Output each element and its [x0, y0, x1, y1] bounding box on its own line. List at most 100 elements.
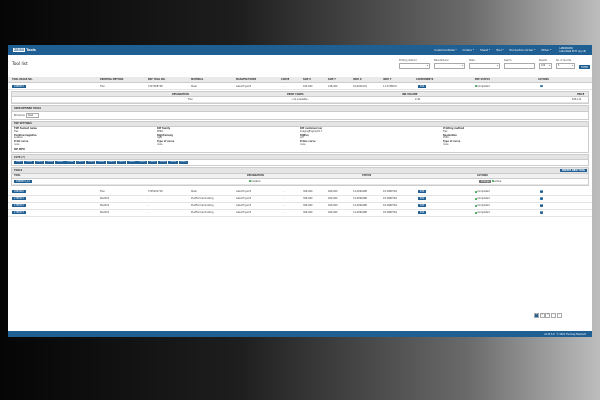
change-button[interactable]: Change	[479, 179, 492, 183]
page-1[interactable]: 1	[533, 313, 539, 318]
tools-sub-row[interactable]: 1888874_A1 Created Change Active	[12, 179, 588, 185]
cut-chip[interactable]: T-0010	[106, 161, 117, 165]
cut-chip[interactable]: T-0009	[96, 161, 106, 165]
row-action-icon[interactable]: +	[540, 204, 543, 208]
cut-chip[interactable]: T-0003	[34, 161, 45, 165]
cut-chip[interactable]: T-0014	[147, 161, 158, 165]
row-action-icon[interactable]: +	[540, 190, 543, 194]
status-badge: Created	[249, 180, 260, 183]
cell-inch_y: 18,1889764	[383, 197, 397, 201]
status-badge: Completed	[475, 197, 490, 200]
col-size-y[interactable]: SIZE Y	[328, 78, 336, 81]
state-select[interactable]: ▾	[468, 63, 500, 69]
table-row[interactable]: 1786971 Medfold - PostFold laminating LaborE…	[8, 196, 592, 203]
nav-customerdata[interactable]: CustomerData ▾	[434, 48, 456, 52]
page-2[interactable]: 2	[539, 313, 545, 318]
cell-curve: -	[283, 197, 284, 201]
components-edit-button[interactable]: Edit	[418, 204, 427, 208]
col-material[interactable]: MATERIAL	[191, 78, 203, 81]
row-action-icon[interactable]: +	[540, 197, 543, 201]
cut-chip[interactable]: T-0006	[65, 161, 75, 165]
user-company: LaborData ELTY (Lg nP)	[559, 50, 586, 53]
components-edit-button[interactable]: Edit	[418, 84, 427, 88]
create-new-tool-button[interactable]: CREATE NEW TOOL	[559, 168, 587, 172]
cell-size_y: 460,000	[328, 204, 338, 208]
cut-chip[interactable]: T-0015	[157, 161, 168, 165]
cut-chip[interactable]: T-0008	[85, 161, 96, 165]
page-3[interactable]: 3	[545, 313, 551, 318]
tdp-field: Stiffen pdf	[300, 133, 309, 140]
table-row[interactable]: 1786972 Medfold - PostFold laminating LaborE…	[8, 203, 592, 210]
col-erp-tool-no[interactable]: ERP TOOL NO.	[148, 78, 165, 81]
tools-list: 1883891 Flex 3705291718 Steel LaborEnyo23 - 36…	[8, 189, 592, 217]
row-action-icon[interactable]: +	[540, 211, 543, 215]
active-status: Active	[492, 180, 501, 183]
col-printing-method[interactable]: PRINTING METHOD	[100, 78, 123, 81]
printing-method-select[interactable]: ▾	[398, 63, 430, 69]
cell-inch_y: 18,1889764	[383, 190, 397, 194]
sub-table-row: Flex - not available - 2,40 645,111	[12, 97, 588, 103]
cut-chip[interactable]: T-0001	[14, 161, 24, 165]
chevron-down-icon: ▾	[571, 65, 573, 67]
components-edit-button[interactable]: Edit	[418, 211, 427, 215]
cell-inch_y: 18,1889764	[383, 211, 397, 215]
table-row[interactable]: 1786973 Medfold - PostFold laminating LaborE…	[8, 210, 592, 217]
nav-sheet[interactable]: Sheet ▾	[480, 48, 490, 52]
cut-chip[interactable]: T-0012	[127, 161, 137, 165]
cut-chip[interactable]: T-0011	[116, 161, 127, 165]
results-select[interactable]: 100 ▾	[538, 63, 552, 69]
filter-button[interactable]: FILTER	[578, 65, 590, 69]
cut-chip[interactable]: T-0016	[168, 161, 178, 165]
records-select[interactable]: 5 ▾	[555, 63, 575, 69]
tool-id-button[interactable]: 1786971	[12, 197, 26, 201]
tdp-field: Resolution 2540	[443, 133, 457, 140]
next-page[interactable]: ›	[551, 313, 557, 318]
nav-production-order[interactable]: Production Order ▾	[510, 48, 536, 52]
components-edit-button[interactable]: Edit	[418, 190, 427, 194]
col-inch-y[interactable]: INCH Y	[383, 78, 391, 81]
table-row[interactable]: 1888874 Flex 3707308738 Steel LaborEnyo2…	[8, 83, 592, 90]
col-components[interactable]: COMPONENTS	[416, 78, 433, 81]
tool-id-button[interactable]: 1786973	[12, 211, 26, 215]
col-manufacturer[interactable]: MANUFACTURER	[236, 78, 256, 81]
last-page[interactable]: »	[557, 313, 562, 318]
cut-chip[interactable]: T-0005	[55, 161, 65, 165]
cut-chip[interactable]: T-0002	[24, 161, 34, 165]
pagination: 1 2 3 › »	[533, 313, 562, 318]
components-edit-button[interactable]: Edit	[418, 197, 427, 201]
search-input[interactable]	[503, 63, 535, 69]
tool-id-button[interactable]: 1883891	[12, 190, 26, 194]
cell-method: Medfold	[100, 211, 110, 215]
cut-chip[interactable]: T-0017	[178, 161, 188, 165]
tool-id-button[interactable]: 1888874	[12, 84, 26, 88]
col-size-x[interactable]: SIZE X	[303, 78, 311, 81]
cut-chip[interactable]: T-0013	[137, 161, 147, 165]
row-action-icon[interactable]: +	[540, 84, 543, 88]
app-window: ZEISS Tools CustomerData ▾ Orders ▾ Sheet ▾…	[8, 45, 592, 337]
table-row[interactable]: 1883891 Flex 3705291718 Steel LaborEnyo23 - 36…	[8, 189, 592, 196]
tool-id-button[interactable]: 1786972	[12, 204, 26, 208]
chevron-down-icon: ▾	[548, 65, 550, 67]
filter-no-of-records: No. of records 5 ▾	[555, 59, 575, 69]
cut-chip[interactable]: T-0007	[75, 161, 86, 165]
col-curve[interactable]: CURVE	[281, 78, 289, 81]
version-label: v6.15.5.8	[544, 332, 555, 336]
manufacturer-select[interactable]: ▾	[433, 63, 465, 69]
filter-state: State ▾	[468, 59, 500, 69]
cell-material: PostFold laminating	[191, 211, 214, 215]
tdp-field: Type of curve none	[443, 140, 461, 146]
logo[interactable]: ZEISS Tools	[13, 48, 36, 52]
cell-size_y: 460,000	[328, 190, 338, 194]
col-inch-x[interactable]: INCH X	[353, 78, 362, 81]
col-erp-status[interactable]: ERP STATUS	[475, 78, 490, 81]
nav-other[interactable]: Other ▾	[541, 48, 551, 52]
user-menu[interactable]: LABORDATA LaborData ELTY (Lg nP)	[559, 47, 586, 53]
nav-tool[interactable]: Tool ▾	[496, 48, 503, 52]
cell-inch_y: 18,1889764	[383, 204, 397, 208]
tool-variant-button[interactable]: 1888874_A1	[14, 179, 32, 183]
status-badge: Completed	[475, 190, 490, 193]
cut-chip[interactable]: T-0004	[44, 161, 55, 165]
brickzone-input[interactable]: Desk	[25, 112, 39, 118]
nav-orders[interactable]: Orders ▾	[463, 48, 474, 52]
col-tool-image-no[interactable]: TOOL IMAGE NO.	[12, 78, 33, 81]
